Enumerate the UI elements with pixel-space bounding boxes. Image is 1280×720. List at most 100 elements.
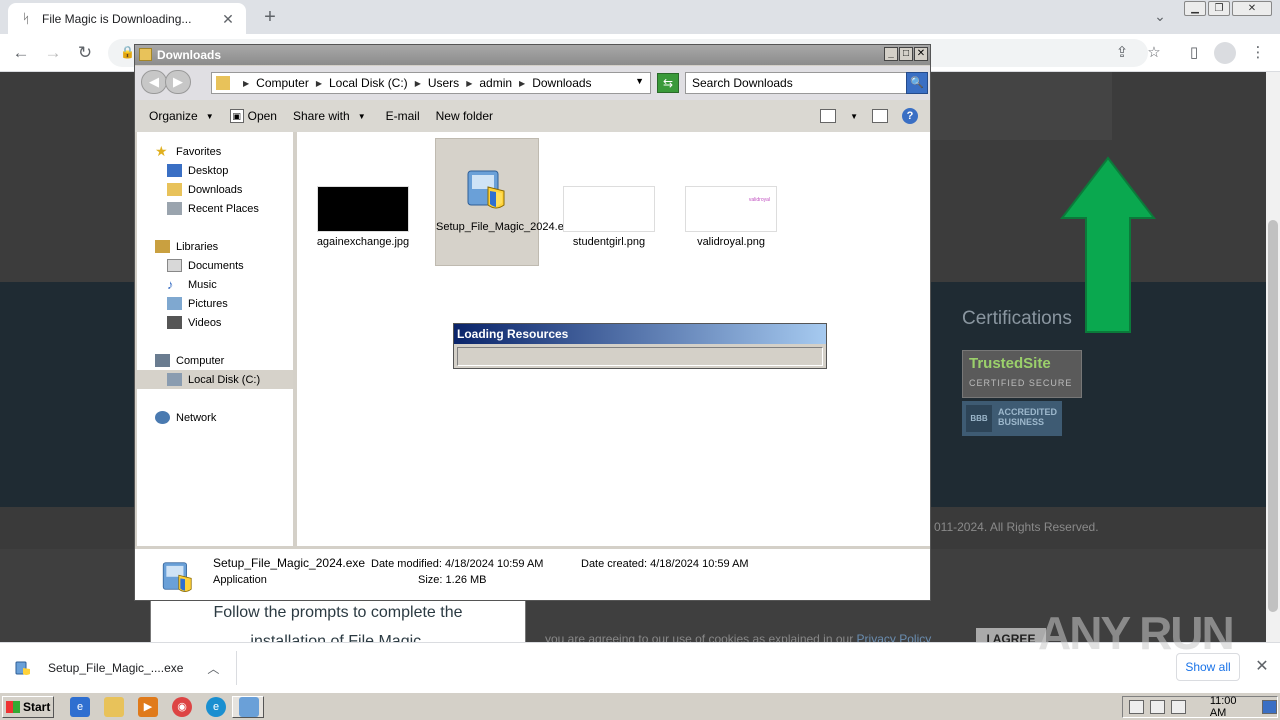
view-options-chevron-icon[interactable]: ▼ xyxy=(850,112,858,121)
reload-icon[interactable]: ↻ xyxy=(72,41,98,65)
explorer-search-input[interactable]: Search Downloads xyxy=(685,72,907,94)
change-view-icon[interactable] xyxy=(820,109,837,123)
media-player-icon[interactable]: ▶ xyxy=(138,697,158,717)
new-tab-button[interactable]: + xyxy=(258,6,282,30)
bookmark-star-icon[interactable]: ☆ xyxy=(1142,42,1166,64)
system-tray: 11:00 AM xyxy=(1122,695,1278,719)
refresh-icon[interactable]: ⇆ xyxy=(657,73,679,93)
forward-arrow-icon[interactable]: → xyxy=(40,41,66,65)
bbb-logo: BBB xyxy=(966,405,992,432)
tab-search-icon[interactable]: ⌄ xyxy=(1150,8,1170,28)
edge-icon[interactable]: e xyxy=(206,697,226,717)
details-type: Application xyxy=(213,574,267,586)
nav-videos[interactable]: Videos xyxy=(167,313,221,332)
menu-kebab-icon[interactable]: ⋮ xyxy=(1246,42,1270,64)
explorer-address-bar[interactable]: ▶ Computer ▶ Local Disk (C:) ▶ Users ▶ a… xyxy=(211,72,651,94)
breadcrumb-computer[interactable]: Computer xyxy=(256,76,309,90)
date-modified-label: Date modified: xyxy=(371,558,442,570)
file-item-selected[interactable]: Setup_File_Magic_2024.exe xyxy=(435,138,575,266)
network-tray-icon[interactable] xyxy=(1149,700,1165,714)
trustedsite-sub: CERTIFIED SECURE xyxy=(969,378,1073,388)
share-with-button[interactable]: Share with ▼ xyxy=(285,109,374,123)
explorer-back-button[interactable]: ◀ xyxy=(141,70,167,94)
nav-recent-places-label: Recent Places xyxy=(188,202,259,215)
explorer-titlebar[interactable]: Downloads _ □ ✕ xyxy=(135,45,930,65)
new-folder-button[interactable]: New folder xyxy=(428,109,501,123)
breadcrumb-admin[interactable]: admin xyxy=(479,76,512,90)
back-arrow-icon[interactable]: ← xyxy=(8,41,34,65)
nav-recent-places[interactable]: Recent Places xyxy=(167,199,259,218)
organize-button[interactable]: Organize ▼ xyxy=(141,109,222,123)
show-desktop-icon[interactable] xyxy=(1262,700,1277,714)
breadcrumb-users[interactable]: Users xyxy=(428,76,459,90)
minimize-button[interactable]: ▁ xyxy=(1184,1,1206,16)
explorer-maximize-button[interactable]: □ xyxy=(899,47,913,61)
close-window-button[interactable]: ✕ xyxy=(1232,1,1272,16)
nav-documents[interactable]: Documents xyxy=(167,256,244,275)
nav-pictures[interactable]: Pictures xyxy=(167,294,228,313)
explorer-forward-button[interactable]: ▶ xyxy=(165,70,191,94)
nav-videos-label: Videos xyxy=(188,316,222,329)
open-button[interactable]: ▣ Open xyxy=(222,109,285,123)
nav-downloads[interactable]: Downloads xyxy=(167,180,242,199)
internet-explorer-icon[interactable]: e xyxy=(70,697,90,717)
download-item[interactable]: Setup_File_Magic_....exe ︿ xyxy=(14,653,234,683)
preview-pane-icon[interactable] xyxy=(872,109,888,123)
nav-computer[interactable]: Computer xyxy=(155,351,224,370)
file-explorer-icon[interactable] xyxy=(104,697,124,717)
nav-downloads-label: Downloads xyxy=(188,183,243,196)
file-name: validroyal.png xyxy=(697,236,765,248)
nav-desktop-label: Desktop xyxy=(188,164,229,177)
install-line-2: installation of File Magic. xyxy=(250,633,426,642)
breadcrumb-local-disk[interactable]: Local Disk (C:) xyxy=(329,76,408,90)
nav-libraries[interactable]: Libraries xyxy=(155,237,218,256)
date-created-value: 4/18/2024 10:59 AM xyxy=(650,558,749,570)
trustedsite-label: TrustedSite xyxy=(969,355,1051,372)
address-dropdown-icon[interactable]: ▼ xyxy=(635,76,644,86)
email-button[interactable]: E-mail xyxy=(378,109,428,123)
details-size: Size: 1.26 MB xyxy=(418,574,487,586)
scrollbar-thumb[interactable] xyxy=(1268,220,1278,612)
taskbar-active-explorer[interactable] xyxy=(232,696,264,718)
explorer-close-button[interactable]: ✕ xyxy=(914,47,928,61)
tab-close-icon[interactable]: ✕ xyxy=(220,11,236,27)
breadcrumb-downloads[interactable]: Downloads xyxy=(532,76,591,90)
nav-music-label: Music xyxy=(188,278,217,291)
chrome-icon[interactable]: ◉ xyxy=(172,697,192,717)
search-icon[interactable]: 🔍 xyxy=(906,72,928,94)
side-panel-icon[interactable]: ▯ xyxy=(1182,42,1206,64)
computer-icon xyxy=(155,354,170,367)
chevron-up-icon[interactable]: ︿ xyxy=(207,660,219,677)
restore-button[interactable]: ❐ xyxy=(1208,1,1230,16)
start-button[interactable]: Start xyxy=(2,696,54,718)
nav-network[interactable]: Network xyxy=(155,408,216,427)
taskbar-clock[interactable]: 11:00 AM xyxy=(1210,695,1252,719)
share-icon[interactable]: ⇪ xyxy=(1110,42,1134,64)
install-instructions-card: Follow the prompts to complete the insta… xyxy=(150,597,526,642)
open-label: Open xyxy=(247,109,277,123)
file-item[interactable]: againexchange.jpg xyxy=(313,186,413,248)
volume-icon[interactable] xyxy=(1129,700,1144,714)
bbb-badge[interactable]: BBB ACCREDITED BUSINESS xyxy=(962,401,1062,436)
nav-music[interactable]: ♪ Music xyxy=(167,275,217,294)
size-value: 1.26 MB xyxy=(445,574,487,586)
file-item[interactable]: studentgirl.png xyxy=(559,186,659,248)
explorer-minimize-button[interactable]: _ xyxy=(884,47,898,61)
download-bar-close-icon[interactable]: ✕ xyxy=(1252,655,1272,679)
file-item[interactable]: validroyal validroyal.png xyxy=(681,186,781,248)
date-created-label: Date created: xyxy=(581,558,648,570)
nav-desktop[interactable]: Desktop xyxy=(167,161,228,180)
nav-favorites[interactable]: ★ Favorites xyxy=(155,142,221,161)
action-center-flag-icon[interactable] xyxy=(1170,700,1186,714)
nav-local-disk[interactable]: Local Disk (C:) xyxy=(137,370,293,389)
privacy-policy-link[interactable]: Privacy Policy xyxy=(857,632,932,642)
browser-tab-active[interactable]: ᛋ File Magic is Downloading... ✕ xyxy=(8,3,246,34)
profile-avatar[interactable] xyxy=(1214,42,1236,64)
trustedsite-badge[interactable]: TrustedSite CERTIFIED SECURE xyxy=(962,350,1082,398)
page-scrollbar[interactable] xyxy=(1266,72,1280,642)
file-name: againexchange.jpg xyxy=(316,236,410,248)
windows-taskbar: Start e ▶ ◉ e 11:00 AM xyxy=(0,692,1280,720)
recent-places-icon xyxy=(167,202,182,215)
cookie-agree-button[interactable]: I AGREE xyxy=(976,628,1046,642)
help-icon[interactable]: ? xyxy=(902,108,918,124)
